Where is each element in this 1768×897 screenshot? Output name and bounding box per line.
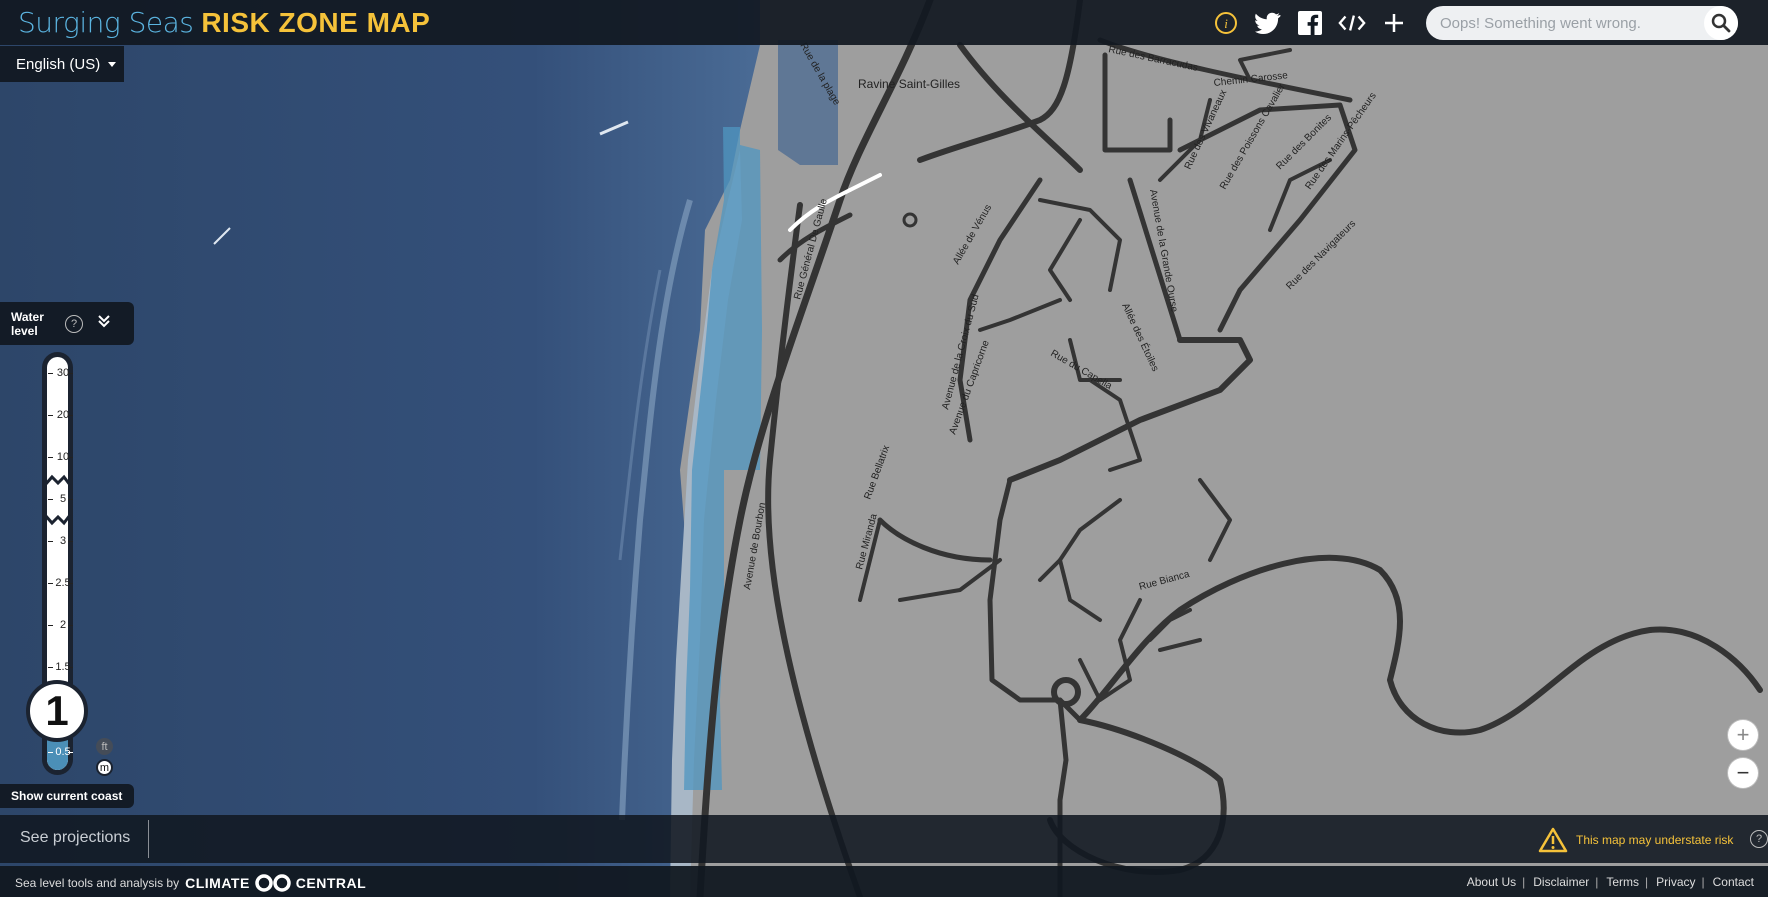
slider-handle[interactable]: 1 xyxy=(26,680,88,742)
footer: Sea level tools and analysis by CLIMATE … xyxy=(0,866,1768,897)
footer-link-privacy[interactable]: Privacy xyxy=(1656,875,1695,889)
search-icon xyxy=(1711,13,1731,33)
twitter-icon[interactable] xyxy=(1254,9,1282,37)
see-projections-tab[interactable]: See projections xyxy=(20,829,130,847)
footer-links: About Us | Disclaimer | Terms | Privacy | Co… xyxy=(1466,875,1754,889)
climate-central-logo-icon xyxy=(255,874,291,892)
scale-break-icon xyxy=(43,474,72,486)
zoom-out-button[interactable]: − xyxy=(1728,758,1758,788)
scale-break-icon xyxy=(43,514,72,526)
divider xyxy=(148,820,149,858)
credit-text: Sea level tools and analysis by xyxy=(15,876,180,890)
water-level-panel: Water level ? xyxy=(0,302,134,345)
top-toolbar: i xyxy=(1212,0,1408,45)
facebook-icon[interactable] xyxy=(1296,9,1324,37)
warning-text: This map may understate risk xyxy=(1576,833,1734,847)
language-label: English (US) xyxy=(16,55,101,73)
credit: Sea level tools and analysis by CLIMATE … xyxy=(15,874,366,892)
svg-text:i: i xyxy=(1224,16,1228,31)
unit-toggle-m[interactable]: m xyxy=(96,759,113,776)
footer-link-disclaimer[interactable]: Disclaimer xyxy=(1533,875,1589,889)
footer-link-about[interactable]: About Us xyxy=(1467,875,1516,889)
warning-help-icon[interactable]: ? xyxy=(1750,830,1768,848)
map-canvas[interactable]: Rue de la plage Ravine Saint-GillesRue de… xyxy=(0,0,1768,897)
footer-link-contact[interactable]: Contact xyxy=(1713,875,1754,889)
search-button[interactable] xyxy=(1704,6,1738,40)
caret-down-icon xyxy=(108,61,117,67)
water-level-title: Water level xyxy=(11,309,44,338)
plus-icon[interactable] xyxy=(1380,9,1408,37)
embed-code-icon[interactable] xyxy=(1338,9,1366,37)
zoom-in-button[interactable]: + xyxy=(1728,720,1758,750)
app-title-risk-zone-map: RISK ZONE MAP xyxy=(201,7,431,38)
footer-link-terms[interactable]: Terms xyxy=(1606,875,1639,889)
info-icon[interactable]: i xyxy=(1212,9,1240,37)
app-title[interactable]: Surging Seas RISK ZONE MAP xyxy=(18,6,430,39)
show-current-coast-button[interactable]: Show current coast xyxy=(0,784,134,808)
search-box xyxy=(1426,6,1738,40)
app-title-surging-seas: Surging Seas xyxy=(18,6,194,39)
language-select[interactable]: English (US) xyxy=(0,46,124,82)
top-bar: Surging Seas RISK ZONE MAP i xyxy=(0,0,1768,45)
understate-risk-warning[interactable]: This map may understate risk xyxy=(1538,827,1733,853)
climate-central-logo[interactable]: CLIMATE CENTRAL xyxy=(185,874,366,892)
unit-toggle-ft[interactable]: ft xyxy=(96,738,113,755)
warning-icon xyxy=(1538,827,1568,853)
search-input[interactable] xyxy=(1438,13,1702,33)
bottom-panel: See projections This map may understate … xyxy=(0,815,1768,863)
help-icon[interactable]: ? xyxy=(65,314,83,333)
street-label: Ravine Saint-Gilles xyxy=(858,77,960,91)
double-chevron-down-icon[interactable] xyxy=(97,314,111,333)
